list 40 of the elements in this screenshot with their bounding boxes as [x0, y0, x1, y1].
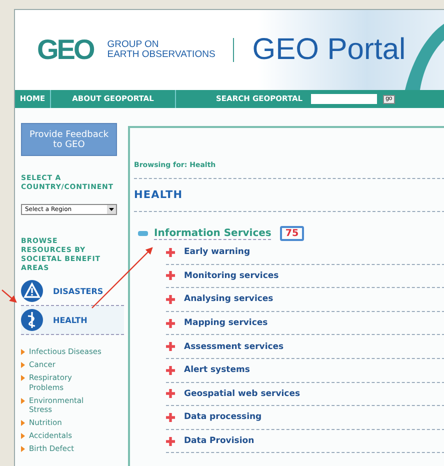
- chevron-icon: [21, 375, 25, 381]
- expand-icon[interactable]: [166, 389, 175, 398]
- section-heading: HEALTH: [134, 189, 184, 201]
- arrow: [2, 290, 17, 303]
- caduceus-icon: [21, 309, 43, 331]
- service-link[interactable]: Assessment services: [184, 342, 284, 352]
- logo-mark: GEO: [37, 34, 94, 66]
- count-badge: 75: [280, 226, 304, 241]
- logo-text: EARTH OBSERVATIONS: [107, 50, 216, 60]
- chevron-icon: [21, 349, 25, 355]
- expand-icon[interactable]: [166, 294, 175, 304]
- portal-title: GEO Portal: [252, 33, 406, 67]
- feedback-button[interactable]: Provide Feedback to GEO: [21, 123, 117, 156]
- chevron-icon: [21, 398, 25, 404]
- expand-icon[interactable]: [166, 412, 175, 422]
- expand-icon[interactable]: [166, 318, 175, 328]
- area-link[interactable]: DISASTERS: [53, 286, 104, 296]
- service-link[interactable]: Geospatial web services: [184, 388, 300, 399]
- logo-text: GROUP ON: [107, 40, 160, 50]
- service-link[interactable]: Early warning: [184, 247, 250, 258]
- service-link[interactable]: Mapping services: [184, 318, 268, 328]
- expand-icon[interactable]: [166, 436, 175, 446]
- warning-icon: [21, 280, 43, 302]
- category-link[interactable]: Information Services: [154, 228, 272, 240]
- dropdown-arrow-icon: [107, 205, 116, 214]
- expand-icon[interactable]: [166, 248, 175, 257]
- service-link[interactable]: Monitoring services: [184, 270, 279, 281]
- expand-icon[interactable]: [166, 342, 175, 352]
- expand-icon[interactable]: [166, 271, 175, 280]
- service-link[interactable]: Data processing: [184, 412, 262, 422]
- chevron-icon: [21, 446, 25, 452]
- chevron-icon: [21, 433, 25, 439]
- area-link[interactable]: HEALTH: [53, 316, 88, 324]
- service-link[interactable]: Alert systems: [184, 365, 250, 376]
- search-field[interactable]: [310, 94, 377, 104]
- chevron-icon: [21, 420, 25, 426]
- expand-icon[interactable]: [166, 366, 175, 375]
- service-link[interactable]: Analysing services: [184, 294, 274, 304]
- chevron-icon: [21, 362, 25, 368]
- service-link[interactable]: Data Provision: [184, 436, 254, 446]
